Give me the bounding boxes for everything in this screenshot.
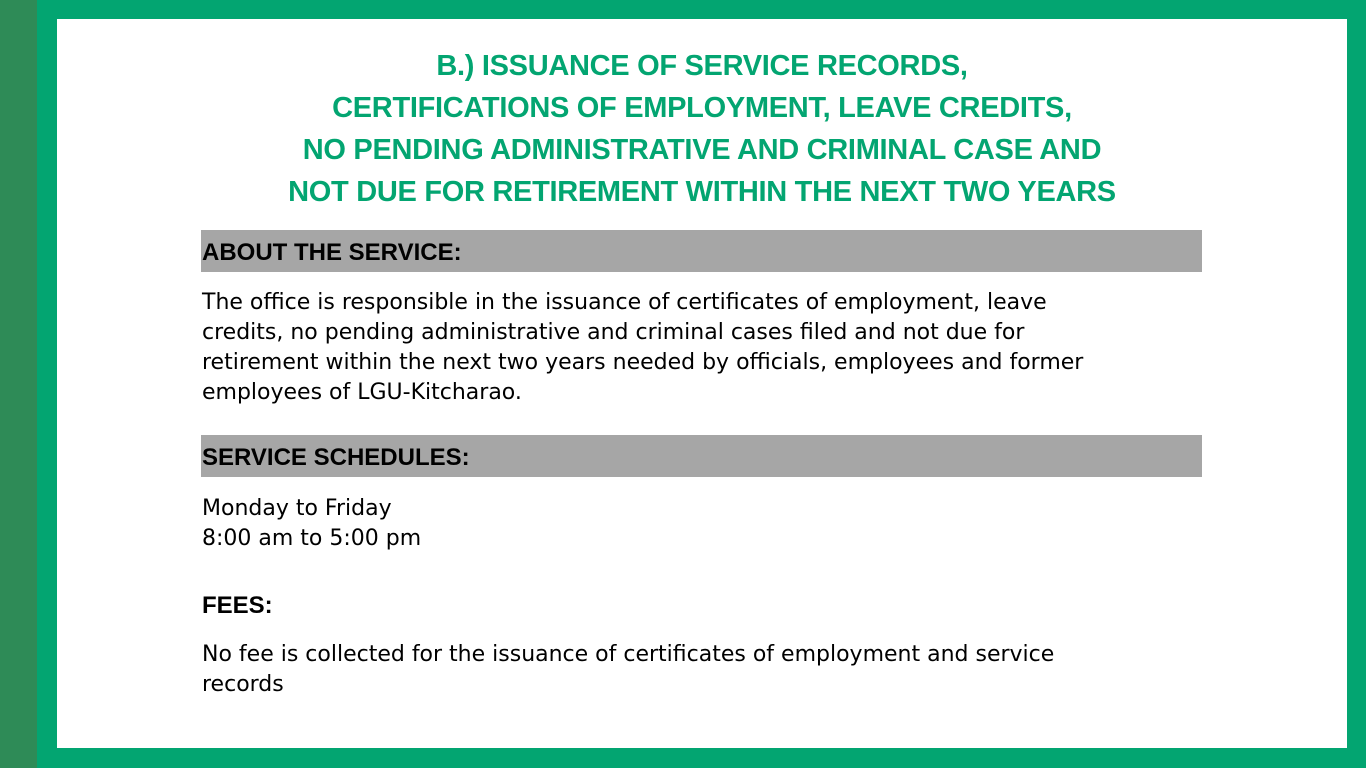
schedules-section-heading: SERVICE SCHEDULES: bbox=[201, 435, 1202, 477]
document-page: B.) ISSUANCE OF SERVICE RECORDS, CERTIFI… bbox=[57, 19, 1347, 748]
fees-heading: FEES: bbox=[202, 592, 273, 619]
fees-section-text: No fee is collected for the issuance of … bbox=[202, 640, 1202, 700]
title-line-2: CERTIFICATIONS OF EMPLOYMENT, LEAVE CRED… bbox=[332, 92, 1072, 124]
about-section-text: The office is responsible in the issuanc… bbox=[202, 288, 1202, 408]
about-line-2: credits, no pending administrative and c… bbox=[202, 320, 1025, 345]
left-accent-strip bbox=[0, 0, 37, 768]
page-title: B.) ISSUANCE OF SERVICE RECORDS, CERTIFI… bbox=[57, 45, 1347, 213]
title-line-4: NOT DUE FOR RETIREMENT WITHIN THE NEXT T… bbox=[288, 176, 1116, 208]
about-line-4: employees of LGU-Kitcharao. bbox=[202, 380, 522, 405]
schedules-section-text: Monday to Friday 8:00 am to 5:00 pm bbox=[202, 494, 1202, 554]
about-line-3: retirement within the next two years nee… bbox=[202, 350, 1084, 375]
about-line-1: The office is responsible in the issuanc… bbox=[202, 290, 1047, 315]
schedule-days: Monday to Friday bbox=[202, 496, 392, 521]
fees-line-2: records bbox=[202, 672, 284, 697]
fees-line-1: No fee is collected for the issuance of … bbox=[202, 642, 1055, 667]
title-line-3: NO PENDING ADMINISTRATIVE AND CRIMINAL C… bbox=[302, 134, 1102, 166]
about-section-heading: ABOUT THE SERVICE: bbox=[201, 230, 1202, 272]
title-line-1: B.) ISSUANCE OF SERVICE RECORDS, bbox=[436, 50, 968, 82]
schedule-hours: 8:00 am to 5:00 pm bbox=[202, 526, 422, 551]
